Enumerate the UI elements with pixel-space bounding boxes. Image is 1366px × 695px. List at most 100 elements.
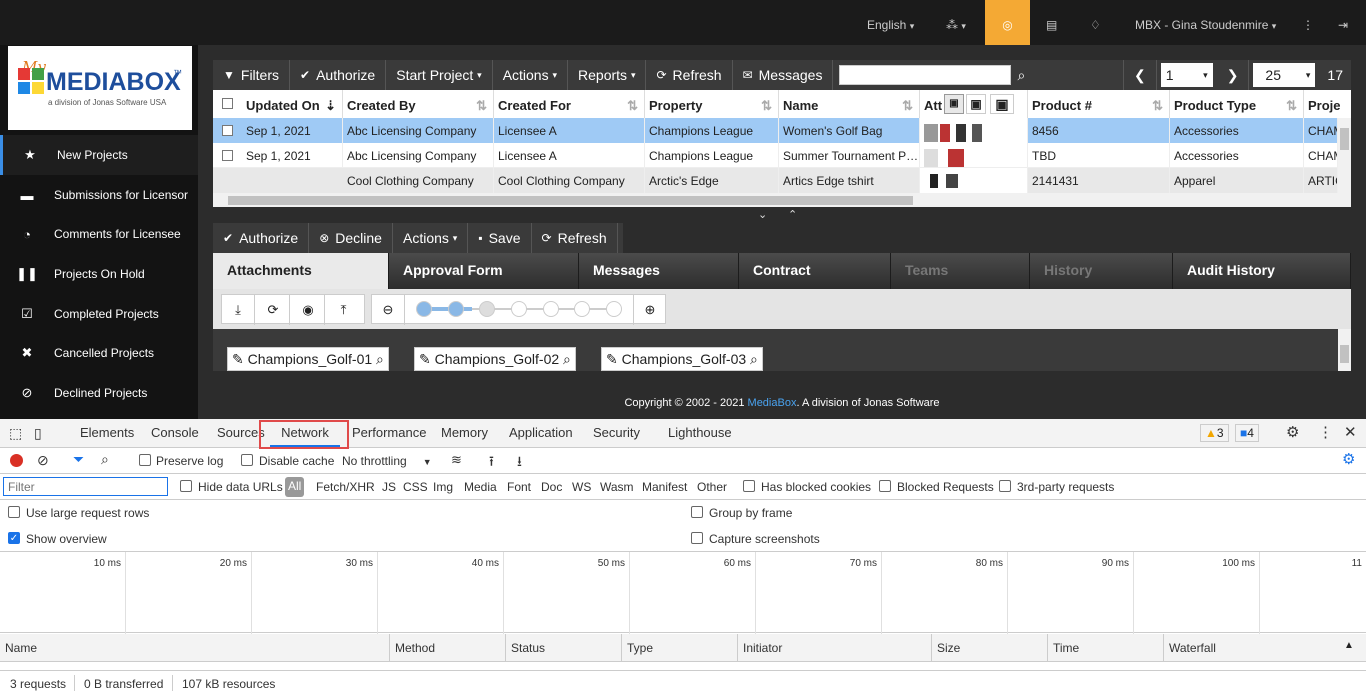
gear-icon[interactable]: ⚙ bbox=[1286, 419, 1299, 447]
col-type[interactable]: Type bbox=[622, 634, 738, 662]
more-vertical-icon[interactable]: ⋮ bbox=[1318, 419, 1333, 447]
col-created-by[interactable]: Created By ⇅ bbox=[343, 90, 494, 118]
col-project[interactable]: Proje bbox=[1304, 90, 1344, 118]
grid-horizontal-scrollbar[interactable] bbox=[213, 193, 1338, 207]
overview-timeline[interactable]: 10 ms 20 ms 30 ms 40 ms 50 ms 60 ms 70 m… bbox=[0, 551, 1366, 634]
disable-cache-checkbox[interactable] bbox=[241, 454, 253, 466]
select-all-checkbox[interactable] bbox=[222, 98, 233, 109]
save-button[interactable]: ▪ Save bbox=[468, 223, 532, 253]
tab-application[interactable]: Application bbox=[509, 419, 573, 447]
zoom-stop[interactable] bbox=[542, 301, 559, 317]
more-vertical-icon[interactable]: ⋮ bbox=[1302, 0, 1314, 45]
record-icon[interactable] bbox=[10, 454, 23, 467]
capture-screenshots-checkbox[interactable] bbox=[691, 532, 703, 544]
table-row[interactable]: Cool Clothing Company Cool Clothing Comp… bbox=[213, 168, 1338, 193]
type-filter-doc[interactable]: Doc bbox=[541, 480, 562, 494]
detail-authorize-button[interactable]: ✔ Authorize bbox=[213, 223, 310, 253]
tab-contract[interactable]: Contract bbox=[739, 253, 891, 289]
reports-button[interactable]: Reports ▾ bbox=[568, 60, 647, 90]
row-checkbox[interactable] bbox=[222, 150, 233, 161]
rotate-icon[interactable]: ⟳ bbox=[257, 295, 290, 325]
zoom-stop[interactable] bbox=[574, 301, 591, 317]
throttling-select[interactable]: No throttling ▼ bbox=[342, 454, 432, 468]
tab-elements[interactable]: Elements bbox=[80, 419, 134, 447]
user-menu[interactable]: MBX - Gina Stoudenmire ▾ bbox=[1135, 0, 1276, 45]
table-row[interactable]: Sep 1, 2021 Abc Licensing Company Licens… bbox=[213, 143, 1338, 168]
third-party-checkbox[interactable] bbox=[999, 480, 1011, 492]
search-icon[interactable]: ⌕ bbox=[1011, 60, 1031, 90]
search-icon[interactable]: ⌕ bbox=[101, 451, 109, 468]
tab-teams[interactable]: Teams bbox=[891, 253, 1030, 289]
type-filter-js[interactable]: JS bbox=[382, 480, 396, 494]
type-filter-wasm[interactable]: Wasm bbox=[600, 480, 634, 494]
attachment-chip[interactable]: ✎ Champions_Golf-03 ⌕ bbox=[601, 347, 763, 371]
col-product-type[interactable]: Product Type ⇅ bbox=[1170, 90, 1304, 118]
collapse-down-icon[interactable]: ⌄ bbox=[758, 208, 767, 221]
cell-attachment-thumbs[interactable] bbox=[920, 143, 1028, 168]
zoom-stop[interactable] bbox=[416, 301, 432, 317]
warnings-badge[interactable]: ▲3 bbox=[1200, 424, 1229, 442]
upload-icon[interactable]: ⤒ bbox=[327, 295, 360, 325]
attachment-chip[interactable]: ✎ Champions_Golf-02 ⌕ bbox=[414, 347, 576, 371]
col-status[interactable]: Status bbox=[506, 634, 622, 662]
zoom-in-icon[interactable]: ⊕ bbox=[633, 295, 666, 325]
blocked-cookies-checkbox[interactable] bbox=[743, 480, 755, 492]
type-filter-ws[interactable]: WS bbox=[572, 480, 591, 494]
col-attachments[interactable]: Att ▣ ▣ ▣ bbox=[920, 90, 1028, 118]
cell-attachment-thumbs[interactable] bbox=[920, 168, 1028, 193]
zoom-stop[interactable] bbox=[447, 301, 464, 317]
tab-sources[interactable]: Sources bbox=[217, 419, 265, 447]
row-checkbox[interactable] bbox=[222, 125, 233, 136]
bell-icon[interactable]: ♢ bbox=[1090, 0, 1101, 45]
col-product-number[interactable]: Product # ⇅ bbox=[1028, 90, 1170, 118]
mediabox-logo[interactable]: My MEDIABOX ™ a division of Jonas Softwa… bbox=[8, 46, 192, 130]
expand-up-icon[interactable]: ⌃ bbox=[788, 208, 797, 221]
attachments-scrollbar[interactable] bbox=[1338, 329, 1351, 371]
image-large-icon[interactable]: ▣ bbox=[990, 94, 1014, 114]
table-row[interactable]: Sep 1, 2021 Abc Licensing Company Licens… bbox=[213, 118, 1338, 143]
col-waterfall[interactable]: Waterfall bbox=[1164, 634, 1366, 662]
filter-input[interactable] bbox=[3, 477, 168, 496]
hide-data-urls-checkbox[interactable] bbox=[180, 480, 192, 492]
attachment-chip[interactable]: ✎ Champions_Golf-01 ⌕ bbox=[227, 347, 389, 371]
sidebar-item-submissions[interactable]: ▬ Submissions for Licensor bbox=[0, 175, 198, 215]
tab-messages[interactable]: Messages bbox=[579, 253, 739, 289]
sidebar-item-cancelled[interactable]: ✖ Cancelled Projects bbox=[0, 333, 198, 373]
filters-button[interactable]: ▼ Filters bbox=[213, 60, 291, 90]
col-property[interactable]: Property ⇅ bbox=[645, 90, 779, 118]
large-rows-checkbox[interactable] bbox=[8, 506, 20, 518]
type-filter-other[interactable]: Other bbox=[697, 480, 727, 494]
import-har-icon[interactable]: ⭱ bbox=[489, 451, 494, 475]
col-size[interactable]: Size bbox=[932, 634, 1048, 662]
book-icon[interactable]: ▤ bbox=[1046, 0, 1057, 45]
network-conditions-icon[interactable]: ≋ bbox=[451, 452, 462, 468]
close-icon[interactable]: ✕ bbox=[1344, 419, 1357, 447]
clear-icon[interactable]: ⊘ bbox=[37, 452, 49, 469]
mediabox-link[interactable]: MediaBox bbox=[748, 397, 797, 409]
sidebar-item-declined[interactable]: ⊘ Declined Projects bbox=[0, 373, 198, 413]
logout-icon[interactable]: ⇥ bbox=[1338, 0, 1348, 45]
messages-badge[interactable]: ■4 bbox=[1235, 424, 1259, 442]
zoom-slider[interactable] bbox=[416, 301, 622, 317]
type-filter-css[interactable]: CSS bbox=[403, 480, 428, 494]
decline-button[interactable]: ⊗ Decline bbox=[309, 223, 393, 253]
col-initiator[interactable]: Initiator bbox=[738, 634, 932, 662]
preserve-log-checkbox[interactable] bbox=[139, 454, 151, 466]
detail-actions-button[interactable]: Actions ▾ bbox=[393, 223, 469, 253]
page-select[interactable]: 1 ▾ bbox=[1160, 63, 1213, 87]
zoom-stop[interactable] bbox=[511, 301, 527, 317]
messages-button[interactable]: ✉ Messages bbox=[733, 60, 834, 90]
page-size-select[interactable]: 25 ▾ bbox=[1253, 63, 1316, 87]
prev-page-button[interactable]: ❮ bbox=[1122, 60, 1157, 90]
refresh-button[interactable]: ⟳ Refresh bbox=[646, 60, 733, 90]
col-name[interactable]: Name ⇅ bbox=[779, 90, 920, 118]
device-toolbar-icon[interactable]: ▯ bbox=[34, 419, 42, 447]
sidebar-item-completed[interactable]: ☑ Completed Projects bbox=[0, 294, 198, 334]
language-dropdown[interactable]: English ▾ bbox=[867, 0, 914, 45]
globe-icon[interactable]: ◎ bbox=[985, 0, 1030, 45]
image-small-icon[interactable]: ▣ bbox=[944, 94, 964, 114]
col-name[interactable]: Name bbox=[0, 634, 390, 662]
start-project-button[interactable]: Start Project ▾ bbox=[386, 60, 493, 90]
type-filter-font[interactable]: Font bbox=[507, 480, 531, 494]
grid-vertical-scrollbar[interactable] bbox=[1338, 118, 1351, 207]
